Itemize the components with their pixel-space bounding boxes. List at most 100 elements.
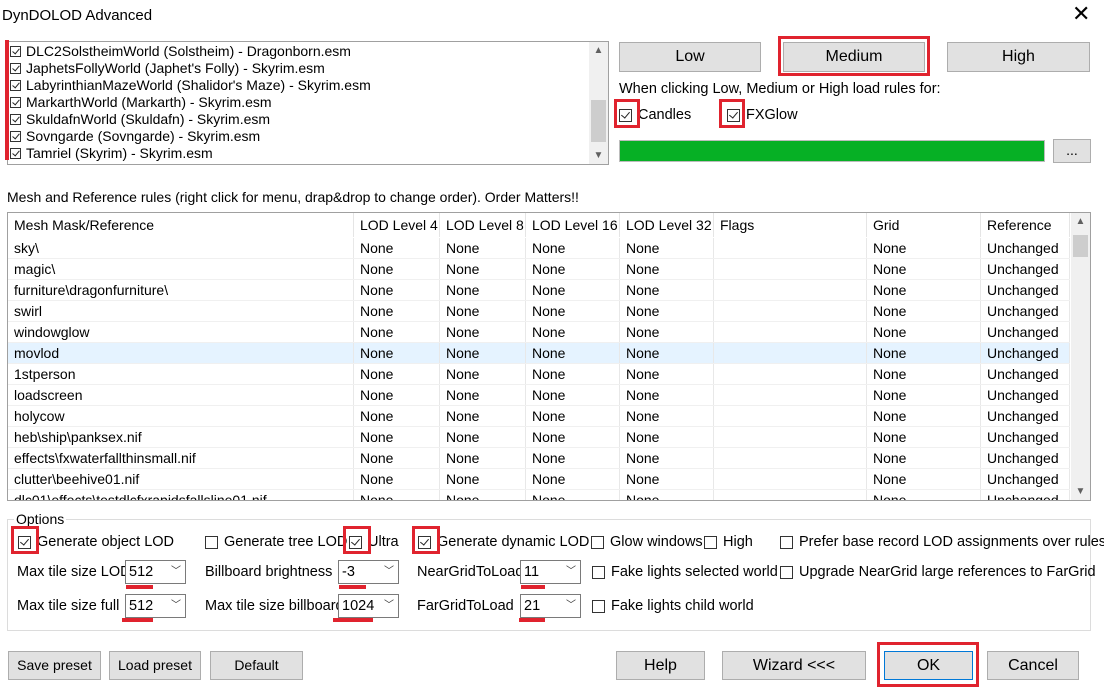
checkbox-icon	[780, 535, 793, 549]
column-header[interactable]: LOD Level 4	[354, 213, 440, 237]
load-preset-button[interactable]: Load preset	[109, 651, 201, 680]
column-header[interactable]: Flags	[714, 213, 867, 237]
table-cell: windowglow	[8, 322, 354, 342]
options-legend: Options	[14, 511, 67, 527]
annotation-marker	[5, 40, 9, 160]
table-cell: None	[867, 343, 981, 363]
world-list[interactable]: DLC2SolstheimWorld (Solstheim) - Dragonb…	[7, 41, 609, 165]
max-tile-size-lod-label: Max tile size LOD	[17, 564, 131, 580]
table-cell: None	[354, 448, 440, 468]
scroll-up-icon[interactable]: ▲	[589, 42, 608, 59]
glow-windows-checkbox[interactable]: Glow windows	[591, 534, 703, 550]
prefer-base-checkbox[interactable]: Prefer base record LOD assignments over …	[780, 534, 1104, 550]
table-row[interactable]: clutter\beehive01.nif None None None None Non…	[8, 469, 1070, 490]
table-cell: None	[440, 259, 526, 279]
table-cell: None	[867, 385, 981, 405]
high-checkbox[interactable]: High	[704, 534, 753, 550]
column-header[interactable]: Reference	[981, 213, 1070, 237]
world-list-item[interactable]: LabyrinthianMazeWorld (Shalidor's Maze) …	[10, 77, 588, 94]
scroll-down-icon[interactable]: ▼	[1071, 483, 1090, 500]
checkbox-icon	[592, 565, 605, 579]
high-button[interactable]: High	[947, 42, 1090, 72]
table-row[interactable]: sky\ None None None None None Unchanged	[8, 238, 1070, 259]
table-row[interactable]: swirl None None None None None Unchanged	[8, 301, 1070, 322]
upgrade-neargrid-checkbox[interactable]: Upgrade NearGrid large references to Far…	[780, 564, 1096, 580]
column-header[interactable]: Mesh Mask/Reference	[8, 213, 354, 237]
table-row[interactable]: windowglow None None None None None Unchanged	[8, 322, 1070, 343]
save-preset-button[interactable]: Save preset	[8, 651, 101, 680]
checkbox-icon[interactable]	[10, 63, 21, 74]
far-grid-label: FarGridToLoad	[417, 598, 514, 614]
max-tile-size-lod-select[interactable]: 512 ﹀	[125, 560, 186, 584]
table-cell: None	[867, 406, 981, 426]
table-row[interactable]: dlc01\effects\testdlcfxrapidsfallsline01…	[8, 490, 1070, 500]
table-cell: None	[620, 490, 714, 500]
scrollbar-thumb[interactable]	[1073, 235, 1088, 257]
help-button[interactable]: Help	[616, 651, 705, 680]
world-list-item[interactable]: Sovngarde (Sovngarde) - Skyrim.esm	[10, 128, 588, 145]
column-header[interactable]: LOD Level 32	[620, 213, 714, 237]
wizard-button[interactable]: Wizard <<<	[722, 651, 866, 680]
world-list-item[interactable]: JaphetsFollyWorld (Japhet's Folly) - Sky…	[10, 60, 588, 77]
max-tile-size-full-label: Max tile size full	[17, 598, 120, 614]
scrollbar-thumb[interactable]	[591, 100, 606, 142]
cancel-button[interactable]: Cancel	[987, 651, 1079, 680]
checkbox-icon[interactable]	[10, 46, 21, 57]
table-cell: None	[867, 469, 981, 489]
checkbox-icon[interactable]	[10, 114, 21, 125]
world-list-item[interactable]: Tamriel (Skyrim) - Skyrim.esm	[10, 145, 588, 162]
chevron-down-icon: ﹀	[171, 600, 181, 611]
rules-hint: Mesh and Reference rules (right click fo…	[7, 189, 579, 205]
max-tile-size-billboard-select[interactable]: 1024 ﹀	[338, 594, 399, 618]
generate-tree-lod-checkbox[interactable]: Generate tree LOD	[205, 534, 347, 550]
table-row[interactable]: loadscreen None None None None None Unchanged	[8, 385, 1070, 406]
table-row[interactable]: movlod None None None None None Unchanged	[8, 343, 1070, 364]
near-grid-select[interactable]: 11 ﹀	[520, 560, 581, 584]
world-list-item[interactable]: SkuldafnWorld (Skuldafn) - Skyrim.esm	[10, 111, 588, 128]
generate-dynamic-lod-checkbox[interactable]: Generate dynamic LOD	[418, 534, 589, 550]
generate-object-lod-checkbox[interactable]: Generate object LOD	[18, 534, 174, 550]
table-cell: None	[867, 490, 981, 500]
fake-lights-child-checkbox[interactable]: Fake lights child world	[592, 598, 754, 614]
far-grid-select[interactable]: 21 ﹀	[520, 594, 581, 618]
column-header[interactable]: LOD Level 8	[440, 213, 526, 237]
table-cell	[714, 301, 867, 321]
table-row[interactable]: furniture\dragonfurniture\ None None None No…	[8, 280, 1070, 301]
scroll-down-icon[interactable]: ▼	[589, 147, 608, 164]
checkbox-icon[interactable]	[10, 131, 21, 142]
world-list-scrollbar[interactable]: ▲ ▼	[589, 42, 608, 164]
low-button[interactable]: Low	[619, 42, 761, 72]
table-cell	[714, 427, 867, 447]
checkbox-icon[interactable]	[10, 148, 21, 159]
table-cell: None	[620, 364, 714, 384]
table-row[interactable]: effects\fxwaterfallthinsmall.nif None None…	[8, 448, 1070, 469]
table-row[interactable]: magic\ None None None None None Unchanged	[8, 259, 1070, 280]
close-icon[interactable]: ✕	[1072, 3, 1090, 25]
table-cell: None	[354, 385, 440, 405]
column-header[interactable]: Grid	[867, 213, 981, 237]
table-cell: Unchanged	[981, 406, 1070, 426]
rules-table[interactable]: Mesh Mask/Reference LOD Level 4 LOD Level …	[7, 212, 1091, 501]
table-row[interactable]: 1stperson None None None None None Unchanged	[8, 364, 1070, 385]
scroll-up-icon[interactable]: ▲	[1071, 213, 1090, 230]
world-list-item[interactable]: DLC2SolstheimWorld (Solstheim) - Dragonb…	[10, 43, 588, 60]
table-cell	[714, 280, 867, 300]
default-button[interactable]: Default	[210, 651, 303, 680]
table-row[interactable]: heb\ship\panksex.nif None None None None None…	[8, 427, 1070, 448]
world-list-item[interactable]: MarkarthWorld (Markarth) - Skyrim.esm	[10, 94, 588, 111]
max-tile-size-full-select[interactable]: 512 ﹀	[125, 594, 186, 618]
column-header[interactable]: LOD Level 16	[526, 213, 620, 237]
billboard-brightness-label: Billboard brightness	[205, 564, 333, 580]
checkbox-icon[interactable]	[10, 80, 21, 91]
browse-button[interactable]: ...	[1053, 139, 1091, 163]
table-cell	[714, 322, 867, 342]
annotation-underline	[339, 585, 366, 589]
billboard-brightness-select[interactable]: -3 ﹀	[338, 560, 399, 584]
checkbox-icon[interactable]	[10, 97, 21, 108]
table-row[interactable]: holycow None None None None None Unchanged	[8, 406, 1070, 427]
fake-lights-selected-checkbox[interactable]: Fake lights selected world	[592, 564, 778, 580]
world-name: Sovngarde (Sovngarde) - Skyrim.esm	[26, 128, 261, 144]
table-cell: None	[440, 385, 526, 405]
table-cell: None	[620, 280, 714, 300]
table-scrollbar[interactable]: ▲ ▼	[1071, 213, 1090, 500]
